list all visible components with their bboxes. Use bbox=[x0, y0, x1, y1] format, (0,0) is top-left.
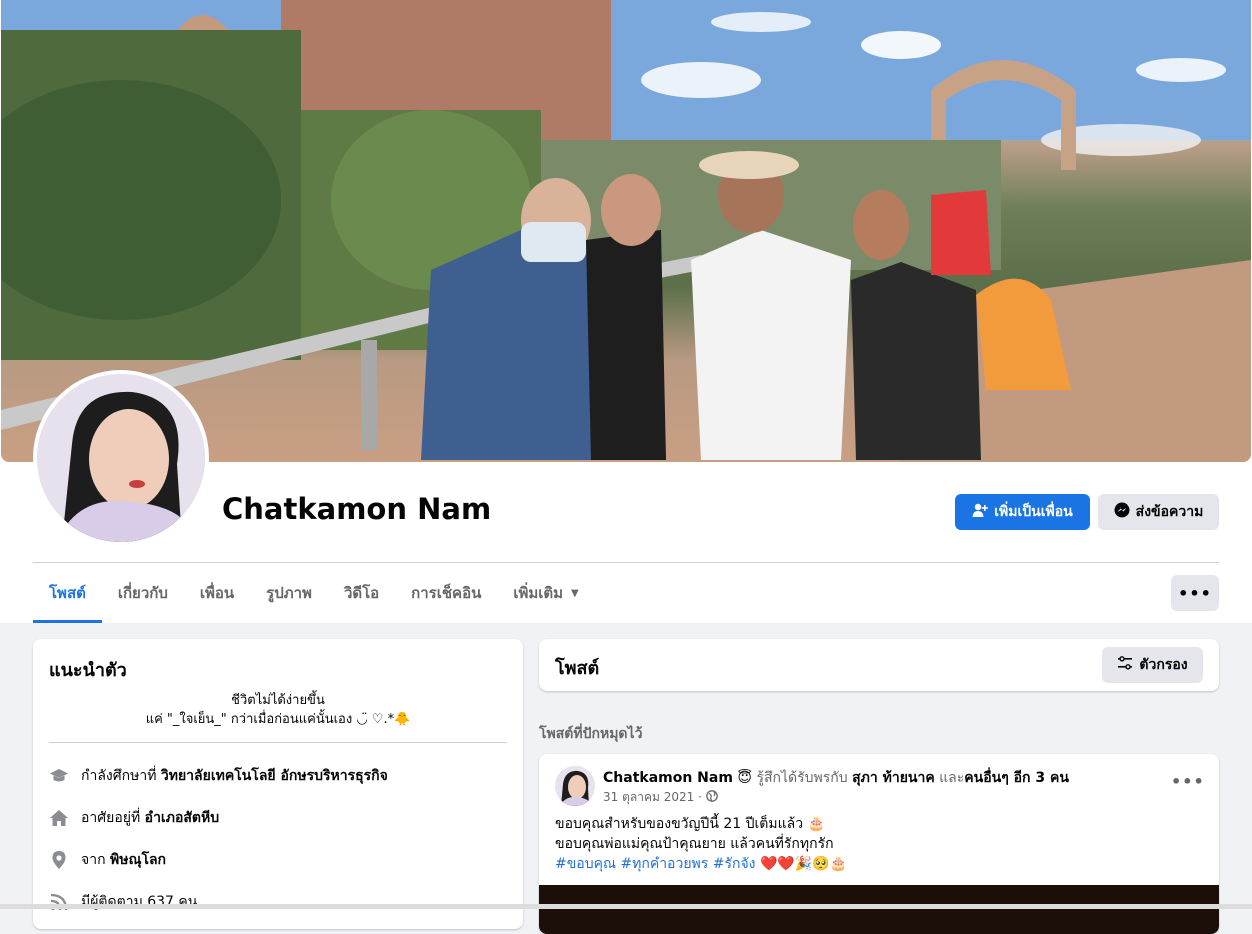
bio-text: ชีวิตไม่ได้ง่ายขึ้น แค่ "_ใจเย็น_" กว่าเ… bbox=[49, 691, 507, 729]
horizontal-scrollbar[interactable] bbox=[0, 904, 1252, 909]
lives-prefix: อาศัยอยู่ที่ bbox=[81, 810, 145, 826]
avatar-photo bbox=[37, 374, 205, 542]
send-message-button[interactable]: ส่งข้อความ bbox=[1098, 494, 1219, 530]
tab-friends[interactable]: เพื่อน bbox=[184, 563, 250, 623]
rss-icon bbox=[49, 892, 69, 912]
filter-icon bbox=[1117, 655, 1133, 675]
tab-more[interactable]: เพิ่มเติม ▼ bbox=[497, 563, 594, 623]
posts-header-card: โพสต์ ตัวกรอง bbox=[539, 639, 1219, 691]
intro-title: แนะนำตัว bbox=[49, 660, 127, 681]
intro-card: แนะนำตัว ชีวิตไม่ได้ง่ายขึ้น แค่ "_ใจเย็… bbox=[33, 639, 523, 929]
study-prefix: กำลังศึกษาที่ bbox=[81, 768, 161, 784]
intro-from-row: จาก พิษณุโลก bbox=[49, 849, 166, 871]
tab-about[interactable]: เกี่ยวกับ bbox=[102, 563, 184, 623]
study-value[interactable]: วิทยาลัยเทคโนโลยี อักษรบริหารธุรกิจ bbox=[161, 768, 388, 784]
profile-header: Chatkamon Nam เพิ่มเป็นเพื่อน ส่งข้อความ… bbox=[0, 0, 1252, 623]
add-friend-label: เพิ่มเป็นเพื่อน bbox=[994, 504, 1073, 520]
send-message-label: ส่งข้อความ bbox=[1135, 504, 1204, 520]
tagged-others[interactable]: คนอื่นๆ อีก 3 คน bbox=[964, 770, 1069, 786]
post-date-row: 31 ตุลาคม 2021 · bbox=[603, 788, 718, 807]
post-emojis: ❤️❤️🎉🥺🎂 bbox=[755, 856, 848, 872]
post-media[interactable] bbox=[539, 885, 1219, 934]
intro-study-row: กำลังศึกษาที่ วิทยาลัยเทคโนโลยี อักษรบริ… bbox=[49, 765, 388, 787]
post-author-name[interactable]: Chatkamon Nam bbox=[603, 770, 733, 786]
and-text: และ bbox=[934, 770, 965, 786]
post-line-1: ขอบคุณสำหรับของขวัญปีนี้ 21 ปีเต็มแล้ว 🎂 bbox=[555, 816, 825, 832]
tab-posts[interactable]: โพสต์ bbox=[33, 563, 102, 623]
bio-line-1: ชีวิตไม่ได้ง่ายขึ้น bbox=[231, 693, 325, 708]
tab-checkins[interactable]: การเช็คอิน bbox=[395, 563, 497, 623]
post-line-3: #ขอบคุณ #ทุกคำอวยพร #รักจัง ❤️❤️🎉🥺🎂 bbox=[555, 854, 847, 874]
from-prefix: จาก bbox=[81, 852, 110, 868]
post-line-2: ขอบคุณพ่อแม่คุณป้าคุณยาย แล้วคนที่รักทุก… bbox=[555, 836, 834, 852]
bio-line-2: แค่ "_ใจเย็น_" กว่าเมื่อก่อนแค่นั้นเอง ◡… bbox=[145, 712, 411, 727]
lives-value[interactable]: อำเภอสัตหีบ bbox=[145, 810, 219, 826]
profile-avatar[interactable] bbox=[33, 370, 209, 546]
post-header-text: Chatkamon Nam 😇 รู้สึกได้รับพรกับ สุภา ท… bbox=[603, 767, 1069, 789]
posts-title: โพสต์ bbox=[555, 658, 600, 679]
profile-tabs: โพสต์ เกี่ยวกับ เพื่อน รูปภาพ วิดีโอ การ… bbox=[33, 563, 595, 623]
feeling-emoji: 😇 bbox=[737, 770, 752, 786]
post-date[interactable]: 31 ตุลาคม 2021 · bbox=[603, 788, 702, 807]
post-author-avatar[interactable] bbox=[555, 766, 595, 806]
more-options-button[interactable]: ••• bbox=[1171, 575, 1219, 611]
graduation-cap-icon bbox=[49, 766, 69, 786]
home-icon bbox=[49, 808, 69, 828]
post-options-button[interactable]: ••• bbox=[1171, 772, 1205, 791]
tagged-person[interactable]: สุภา ท้ายนาค bbox=[852, 770, 935, 786]
globe-icon bbox=[706, 790, 718, 805]
tab-photos[interactable]: รูปภาพ bbox=[250, 563, 328, 623]
intro-followers-row: มีผู้ติดตาม 637 คน bbox=[49, 891, 197, 913]
post-body: ขอบคุณสำหรับของขวัญปีนี้ 21 ปีเต็มแล้ว 🎂… bbox=[555, 814, 847, 874]
location-pin-icon bbox=[49, 850, 69, 870]
profile-name: Chatkamon Nam bbox=[222, 492, 492, 526]
feeling-text: รู้สึกได้รับพรกับ bbox=[752, 770, 853, 786]
intro-divider bbox=[49, 742, 507, 743]
chevron-down-icon: ▼ bbox=[571, 587, 579, 599]
cover-photo[interactable] bbox=[1, 0, 1251, 462]
post-hashtags[interactable]: #ขอบคุณ #ทุกคำอวยพร #รักจัง bbox=[555, 856, 756, 872]
tab-videos[interactable]: วิดีโอ bbox=[328, 563, 395, 623]
intro-lives-row: อาศัยอยู่ที่ อำเภอสัตหีบ bbox=[49, 807, 219, 829]
add-friend-icon bbox=[972, 502, 989, 522]
add-friend-button[interactable]: เพิ่มเป็นเพื่อน bbox=[955, 494, 1090, 530]
pinned-posts-label: โพสต์ที่ปักหมุดไว้ bbox=[539, 726, 643, 742]
filter-label: ตัวกรอง bbox=[1139, 657, 1188, 673]
filter-button[interactable]: ตัวกรอง bbox=[1102, 647, 1203, 683]
from-value[interactable]: พิษณุโลก bbox=[110, 852, 166, 868]
cover-photo-illustration bbox=[1, 0, 1251, 462]
followers-text[interactable]: มีผู้ติดตาม 637 คน bbox=[81, 891, 197, 913]
messenger-icon bbox=[1114, 502, 1130, 522]
